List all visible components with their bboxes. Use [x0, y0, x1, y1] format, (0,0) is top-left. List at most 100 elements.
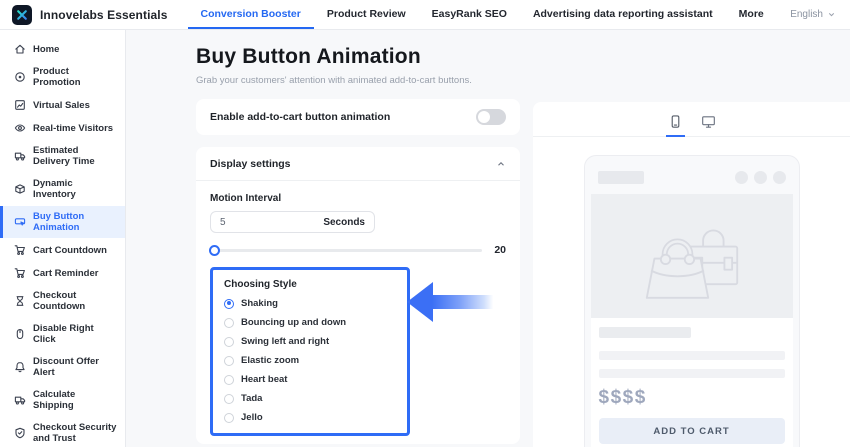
motion-interval-input[interactable] [220, 217, 310, 228]
display-settings-title: Display settings [210, 158, 291, 170]
settings-column: Enable add-to-cart button animation Disp… [196, 99, 520, 444]
toggle-knob [478, 111, 490, 123]
style-option-label: Tada [241, 393, 262, 404]
sidebar-item-label: Calculate Shipping [33, 389, 117, 411]
mockup-title-placeholder [599, 327, 691, 338]
radio-button[interactable] [224, 413, 234, 423]
enable-animation-card: Enable add-to-cart button animation [196, 99, 520, 135]
visitors-icon [14, 122, 26, 134]
style-option-swing-left-and-right[interactable]: Swing left and right [224, 336, 396, 347]
brand: Innovelabs Essentials [12, 0, 168, 29]
style-option-tada[interactable]: Tada [224, 393, 396, 404]
style-option-elastic-zoom[interactable]: Elastic zoom [224, 355, 396, 366]
sidebar-item-label: Checkout Countdown [33, 290, 117, 312]
bell-icon [14, 361, 26, 373]
device-tab-desktop[interactable] [699, 113, 718, 137]
choosing-style-group: Choosing Style Shaking Bouncing up and do… [210, 267, 410, 436]
cart-icon [14, 267, 26, 279]
sidebar-item-dynamic-inventory[interactable]: Dynamic Inventory [0, 173, 125, 205]
style-option-label: Shaking [241, 298, 278, 309]
inventory-box-icon [14, 183, 26, 195]
device-tab-mobile[interactable] [666, 113, 685, 137]
sidebar-item-label: Discount Offer Alert [33, 356, 117, 378]
language-label: English [790, 9, 823, 20]
preview-device-tabs [533, 102, 850, 137]
language-selector[interactable]: English [790, 0, 836, 29]
sidebar-item-calculate-shipping[interactable]: Calculate Shipping [0, 384, 125, 416]
radio-button[interactable] [224, 337, 234, 347]
tab-conversion-booster[interactable]: Conversion Booster [188, 0, 314, 29]
radio-button[interactable] [224, 318, 234, 328]
mockup-text-placeholder [599, 351, 785, 360]
sidebar-item-discount-offer-alert[interactable]: Discount Offer Alert [0, 351, 125, 383]
sidebar-item-checkout-countdown[interactable]: Checkout Countdown [0, 285, 125, 317]
sidebar-item-home[interactable]: Home [0, 38, 125, 60]
choosing-style-label: Choosing Style [224, 279, 396, 290]
promotion-icon [14, 71, 26, 83]
sidebar-item-estimated-delivery-time[interactable]: Estimated Delivery Time [0, 140, 125, 172]
desktop-icon [701, 114, 716, 129]
sidebar-items: Home Product Promotion Virtual Sales Real-t… [0, 37, 125, 447]
style-option-label: Jello [241, 412, 263, 423]
display-settings-header[interactable]: Display settings [210, 157, 506, 171]
chevron-up-icon[interactable] [496, 159, 506, 169]
radio-button[interactable] [224, 394, 234, 404]
sidebar-item-label: Dynamic Inventory [33, 178, 117, 200]
style-option-bouncing-up-and-down[interactable]: Bouncing up and down [224, 317, 396, 328]
slider-max-label: 20 [494, 244, 506, 256]
topbar: Innovelabs Essentials Conversion Booster… [0, 0, 850, 30]
shopping-bags-icon [628, 206, 756, 306]
sidebar-item-checkout-security-and-trust[interactable]: Checkout Security and Trust [0, 417, 125, 447]
main-content: Buy Button Animation Grab your customers… [126, 30, 850, 447]
motion-interval-label: Motion Interval [210, 193, 506, 204]
sidebar-item-disable-right-click[interactable]: Disable Right Click [0, 318, 125, 350]
radio-button[interactable] [224, 375, 234, 385]
style-option-label: Heart beat [241, 374, 287, 385]
sidebar-item-product-promotion[interactable]: Product Promotion [0, 61, 125, 93]
sidebar-item-virtual-sales[interactable]: Virtual Sales [0, 94, 125, 116]
tab-more[interactable]: More [726, 0, 777, 29]
motion-interval-slider[interactable] [210, 249, 482, 252]
style-option-label: Swing left and right [241, 336, 329, 347]
page-title: Buy Button Animation [196, 45, 850, 69]
mockup-product-image [591, 194, 793, 318]
mockup-menu-placeholder [735, 171, 786, 184]
sidebar-item-label: Buy Button Animation [33, 211, 117, 233]
sidebar-item-label: Estimated Delivery Time [33, 145, 117, 167]
style-option-label: Bouncing up and down [241, 317, 346, 328]
mobile-icon [668, 114, 683, 129]
style-option-jello[interactable]: Jello [224, 412, 396, 423]
mockup-text-placeholder [599, 369, 785, 378]
highlight-arrow-icon [407, 282, 493, 322]
add-to-cart-button[interactable]: ADD TO CART [599, 418, 785, 444]
enable-animation-toggle[interactable] [476, 109, 506, 125]
brand-name: Innovelabs Essentials [40, 8, 168, 22]
motion-interval-unit: Seconds [323, 217, 365, 228]
sidebar-item-label: Disable Right Click [33, 323, 117, 345]
sidebar-item-real-time-visitors[interactable]: Real-time Visitors [0, 117, 125, 139]
sidebar-item-label: Home [33, 44, 59, 55]
page-subtitle: Grab your customers' attention with anim… [196, 75, 850, 86]
tab-advertising-data-reporting-assistant[interactable]: Advertising data reporting assistant [520, 0, 726, 29]
radio-button[interactable] [224, 299, 234, 309]
store-preview-mockup: $$$$ ADD TO CART [584, 155, 800, 447]
chevron-down-icon [827, 10, 836, 19]
style-option-shaking[interactable]: Shaking [224, 298, 396, 309]
choosing-style-options: Shaking Bouncing up and down Swing left an… [224, 298, 396, 423]
radio-button[interactable] [224, 356, 234, 366]
tab-easyrank-seo[interactable]: EasyRank SEO [419, 0, 520, 29]
style-option-label: Elastic zoom [241, 355, 299, 366]
sidebar-item-buy-button-animation[interactable]: Buy Button Animation [0, 206, 125, 238]
style-option-heart-beat[interactable]: Heart beat [224, 374, 396, 385]
mockup-logo-placeholder [598, 171, 644, 184]
cart-icon [14, 244, 26, 256]
sidebar-item-label: Real-time Visitors [33, 123, 113, 134]
sidebar-item-label: Product Promotion [33, 66, 117, 88]
sidebar-item-label: Checkout Security and Trust [33, 422, 117, 444]
sidebar-item-cart-reminder[interactable]: Cart Reminder [0, 262, 125, 284]
sidebar-item-cart-countdown[interactable]: Cart Countdown [0, 239, 125, 261]
shield-icon [14, 427, 26, 439]
divider [196, 180, 520, 181]
tab-product-review[interactable]: Product Review [314, 0, 419, 29]
slider-handle[interactable] [209, 245, 220, 256]
